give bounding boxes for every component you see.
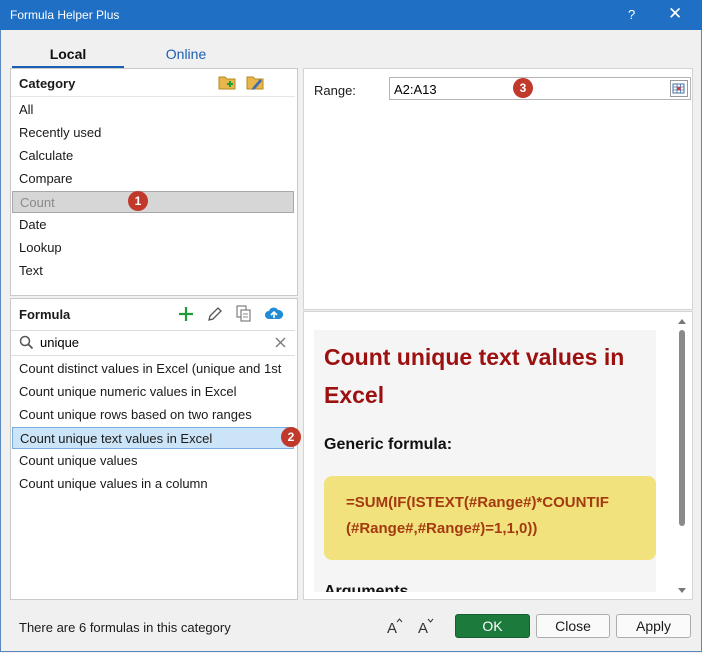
formula-item[interactable]: Count unique numeric values in Excel — [12, 381, 294, 403]
copy-formula-icon[interactable] — [236, 305, 252, 323]
tab-online[interactable]: Online — [130, 46, 242, 62]
category-divider — [11, 96, 295, 97]
clear-search-icon[interactable] — [275, 337, 286, 348]
formula-item[interactable]: Count unique rows based on two ranges — [12, 404, 294, 426]
search-icon — [19, 335, 34, 350]
add-folder-icon[interactable] — [218, 74, 236, 90]
title-bar: Formula Helper Plus ? ✕ — [0, 0, 702, 30]
cloud-upload-icon[interactable] — [265, 306, 283, 322]
generic-formula-label: Generic formula: — [324, 436, 453, 453]
step-badge-2: 2 — [281, 427, 301, 447]
formula-item[interactable]: Count unique values in a column — [12, 473, 294, 495]
range-label: Range: — [314, 83, 356, 98]
formula-item[interactable]: Count distinct values in Excel (unique a… — [12, 358, 294, 380]
category-item-text[interactable]: Text — [12, 260, 294, 282]
preview-scrollbar[interactable] — [676, 316, 688, 598]
search-divider — [11, 355, 295, 356]
step-badge-3: 3 — [513, 78, 533, 98]
status-text: There are 6 formulas in this category — [19, 620, 231, 635]
category-item-compare[interactable]: Compare — [12, 168, 294, 190]
scroll-up-icon — [678, 319, 686, 324]
category-item-date[interactable]: Date — [12, 214, 294, 236]
preview-title: Count unique text values in Excel — [324, 344, 625, 408]
category-item-all[interactable]: All — [12, 99, 294, 121]
formula-line-2: (#Range#,#Range#)=1,1,0)) — [346, 520, 538, 537]
edit-formula-icon[interactable] — [207, 306, 223, 322]
category-item-lookup[interactable]: Lookup — [12, 237, 294, 259]
apply-button[interactable]: Apply — [616, 614, 691, 638]
formula-line-1: =SUM(IF(ISTEXT(#Range#)*COUNTIF — [346, 494, 609, 511]
formula-item-selected[interactable]: Count unique text values in Excel — [12, 427, 294, 449]
formula-box: =SUM(IF(ISTEXT(#Range#)*COUNTIF (#Range#… — [324, 476, 656, 560]
tab-local[interactable]: Local — [12, 46, 124, 62]
arguments-label: Arguments — [324, 583, 409, 592]
category-item-calculate[interactable]: Calculate — [12, 145, 294, 167]
scroll-thumb — [679, 330, 685, 526]
edit-folder-icon[interactable] — [246, 74, 264, 90]
add-formula-icon[interactable] — [178, 306, 194, 322]
category-item-count[interactable]: Count — [12, 191, 294, 213]
formula-preview: Count unique text values in Excel Generi… — [314, 330, 656, 592]
svg-text:A: A — [418, 620, 428, 635]
formula-item[interactable]: Count unique values — [12, 450, 294, 472]
formula-header: Formula — [19, 307, 71, 322]
decrease-font-icon[interactable]: A — [417, 617, 435, 635]
svg-text:A: A — [387, 620, 397, 635]
close-button[interactable]: Close — [536, 614, 610, 638]
category-item-recently-used[interactable]: Recently used — [12, 122, 294, 144]
help-button[interactable]: ? — [628, 7, 635, 22]
step-badge-1: 1 — [128, 191, 148, 211]
formula-search-input[interactable] — [40, 333, 268, 351]
arguments-panel — [303, 68, 693, 310]
ok-button[interactable]: OK — [455, 614, 530, 638]
formula-divider — [11, 330, 295, 331]
window-title: Formula Helper Plus — [10, 8, 120, 22]
scroll-down-icon — [678, 588, 686, 593]
category-header: Category — [19, 76, 76, 91]
range-select-icon[interactable] — [670, 80, 688, 97]
close-window-button[interactable]: ✕ — [668, 4, 682, 24]
increase-font-icon[interactable]: A — [386, 617, 404, 635]
